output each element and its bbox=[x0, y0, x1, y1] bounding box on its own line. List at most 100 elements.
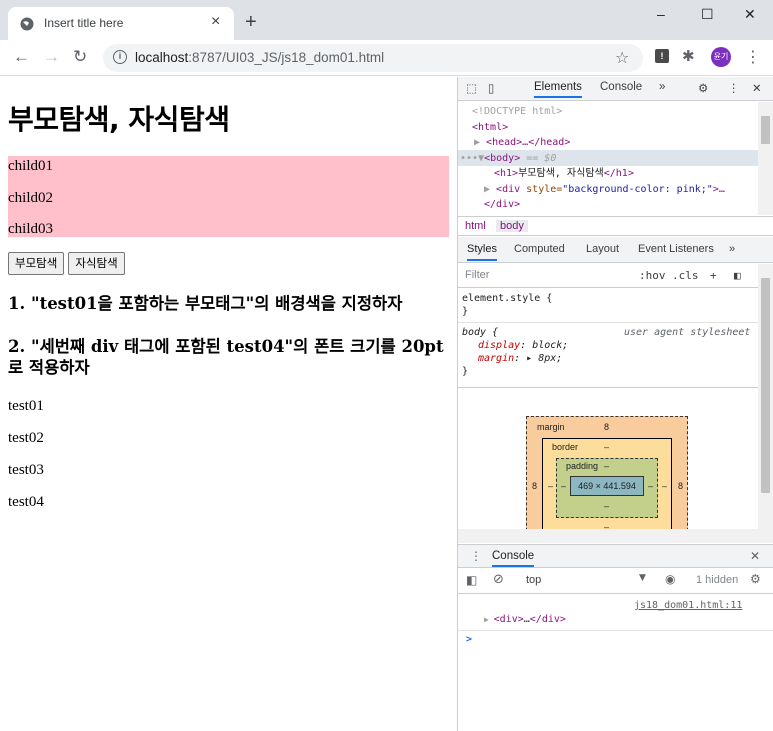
box-content[interactable]: 469 × 441.594 bbox=[570, 476, 644, 496]
element-style-selector[interactable]: element.style { bbox=[462, 292, 552, 305]
body-eq: == $0 bbox=[526, 153, 557, 164]
maximize-button[interactable]: ☐ bbox=[701, 6, 714, 23]
padding-right-value: – bbox=[648, 481, 654, 491]
bookmark-star-icon[interactable]: ☆ bbox=[615, 48, 629, 68]
padding-bottom-value: – bbox=[604, 501, 610, 511]
breadcrumb: html body bbox=[458, 216, 773, 236]
styles-filter[interactable]: Filter :hov .cls + ◧ bbox=[458, 264, 759, 288]
page-viewport: 부모탐색, 자식탐색 child01 child02 child03 부모탐색 … bbox=[0, 77, 457, 731]
close-window-button[interactable]: ✕ bbox=[744, 6, 756, 23]
tab-event-listeners[interactable]: Event Listeners bbox=[638, 243, 714, 255]
clear-console-icon[interactable]: ⊘ bbox=[493, 572, 504, 587]
tab-console[interactable]: Console bbox=[600, 81, 642, 93]
page-heading: 부모탐색, 자식탐색 bbox=[8, 103, 230, 136]
h1-text: 부모탐색, 자식탐색 bbox=[518, 168, 604, 179]
breadcrumb-html[interactable]: html bbox=[465, 220, 486, 232]
puzzle-icon[interactable]: ✱ bbox=[682, 47, 695, 65]
margin-top-value: 8 bbox=[604, 422, 610, 432]
child-search-button[interactable]: 자식탐색 bbox=[68, 252, 125, 275]
padding-label: padding bbox=[566, 461, 599, 471]
child-text: child03 bbox=[8, 221, 53, 237]
avatar[interactable]: 윤기 bbox=[711, 47, 731, 67]
devtools-menu-icon[interactable]: ⋮ bbox=[728, 81, 740, 95]
tab-close-icon[interactable]: × bbox=[211, 13, 220, 31]
close-drawer-icon[interactable]: ✕ bbox=[750, 549, 760, 563]
html-node[interactable]: <html> bbox=[472, 120, 508, 136]
log-source-link[interactable]: js18_dom01.html:11 bbox=[634, 600, 742, 611]
reload-icon[interactable]: ↻ bbox=[73, 48, 87, 66]
devtools-panel: ⬚ ▯ Elements Console » ⚙ ⋮ ✕ <!DOCTYPE h… bbox=[457, 77, 773, 731]
url-path: :8787/UI03_JS/js18_dom01.html bbox=[188, 50, 385, 65]
inspect-icon[interactable]: ⬚ bbox=[466, 81, 477, 95]
menu-kebab-icon[interactable]: ⋮ bbox=[745, 47, 761, 67]
gear-icon[interactable]: ⚙ bbox=[698, 81, 708, 95]
body-selector[interactable]: body { bbox=[462, 326, 498, 339]
child-text: child01 bbox=[8, 158, 53, 174]
extension-icon[interactable]: ! bbox=[655, 49, 669, 63]
task2-heading-line1: 2. "세번째 div 태그에 포함된 test04"의 폰트 크기를 20pt bbox=[8, 337, 444, 356]
eye-icon[interactable]: ◉ bbox=[665, 572, 675, 586]
parent-search-button[interactable]: 부모탐색 bbox=[8, 252, 65, 275]
rule-close: } bbox=[462, 366, 469, 377]
cls-toggle[interactable]: .cls bbox=[672, 269, 699, 282]
close-devtools-icon[interactable]: ✕ bbox=[752, 81, 762, 95]
div-tail: >… bbox=[712, 184, 725, 195]
tab-layout[interactable]: Layout bbox=[586, 243, 619, 255]
minimize-button[interactable]: – bbox=[657, 6, 665, 22]
more-tabs-icon[interactable]: » bbox=[659, 81, 665, 93]
hov-toggle[interactable]: :hov bbox=[639, 269, 666, 282]
task1-heading: 1. "test01을 포함하는 부모태그"의 배경색을 지정하자 bbox=[8, 294, 403, 313]
h1-open: <h1> bbox=[494, 168, 519, 179]
div-close-node[interactable]: </div> bbox=[484, 197, 520, 213]
h1-node[interactable]: <h1>부모탐색, 자식탐색</h1> bbox=[494, 166, 634, 182]
border-top-value: – bbox=[604, 442, 610, 452]
console-settings-icon[interactable]: ⚙ bbox=[750, 572, 761, 586]
tab-styles[interactable]: Styles bbox=[467, 243, 497, 261]
rule-divider bbox=[458, 322, 759, 323]
styles-scrollbar[interactable] bbox=[758, 264, 773, 529]
new-tab-button[interactable]: + bbox=[245, 12, 257, 32]
device-toggle-icon[interactable]: ▯ bbox=[488, 81, 494, 95]
margin-val: ▸ 8px; bbox=[526, 353, 563, 364]
elements-scrollbar[interactable] bbox=[758, 102, 773, 215]
more-style-tabs-icon[interactable]: » bbox=[729, 243, 735, 255]
console-prompt[interactable]: > bbox=[466, 634, 472, 645]
info-icon[interactable]: i bbox=[113, 50, 127, 64]
hidden-count[interactable]: 1 hidden bbox=[696, 574, 738, 586]
test-text: test02 bbox=[8, 430, 44, 446]
padding-top-value: – bbox=[604, 461, 610, 471]
ua-stylesheet-label: user agent stylesheet bbox=[624, 327, 751, 338]
styles-horizontal-scrollbar[interactable] bbox=[458, 529, 773, 543]
console-drawer-tab[interactable]: Console bbox=[492, 550, 535, 567]
border-left-value: – bbox=[548, 481, 554, 491]
forward-icon[interactable]: → bbox=[43, 48, 60, 66]
sidebar-toggle-icon[interactable]: ◧ bbox=[734, 269, 741, 282]
tab-strip: Insert title here × + – ☐ ✕ bbox=[0, 0, 773, 40]
breadcrumb-body[interactable]: body bbox=[496, 220, 528, 232]
elements-tree: <!DOCTYPE html> <html> ▶ <head>…</head> … bbox=[458, 102, 759, 215]
url-text[interactable]: localhost:8787/UI03_JS/js18_dom01.html bbox=[135, 50, 384, 65]
margin-left-value: 8 bbox=[532, 481, 538, 491]
drawer-menu-icon[interactable]: ⋮ bbox=[470, 549, 482, 563]
log-div-close: </div> bbox=[529, 614, 566, 625]
scroll-thumb[interactable] bbox=[761, 278, 770, 493]
globe-icon bbox=[20, 17, 34, 31]
box-model-diagram: 469 × 441.594 margin 8 border – padding … bbox=[458, 387, 759, 535]
log-entry[interactable]: ▶ <div>…</div> bbox=[484, 614, 566, 625]
task2-heading-line2: 로 적용하자 bbox=[8, 358, 90, 377]
console-sidebar-icon[interactable]: ◧ bbox=[466, 573, 477, 587]
tab-elements[interactable]: Elements bbox=[534, 81, 582, 98]
address-bar[interactable]: i localhost:8787/UI03_JS/js18_dom01.html… bbox=[103, 44, 643, 72]
new-rule-button[interactable]: + bbox=[710, 269, 717, 282]
filter-input[interactable]: Filter bbox=[465, 269, 489, 281]
tab-computed[interactable]: Computed bbox=[514, 243, 565, 255]
div-node[interactable]: ▶ <div style="background-color: pink;">… bbox=[484, 182, 725, 198]
browser-tab[interactable]: Insert title here × bbox=[8, 7, 234, 40]
chevron-down-icon[interactable]: ▼ bbox=[639, 573, 646, 583]
context-select[interactable]: top bbox=[526, 574, 541, 586]
doctype-node[interactable]: <!DOCTYPE html> bbox=[472, 104, 562, 120]
head-node[interactable]: ▶ <head>…</head> bbox=[474, 135, 570, 151]
scroll-thumb[interactable] bbox=[761, 116, 770, 144]
body-node[interactable]: •••▼<body> == $0 bbox=[460, 151, 556, 167]
back-icon[interactable]: ← bbox=[13, 48, 30, 66]
